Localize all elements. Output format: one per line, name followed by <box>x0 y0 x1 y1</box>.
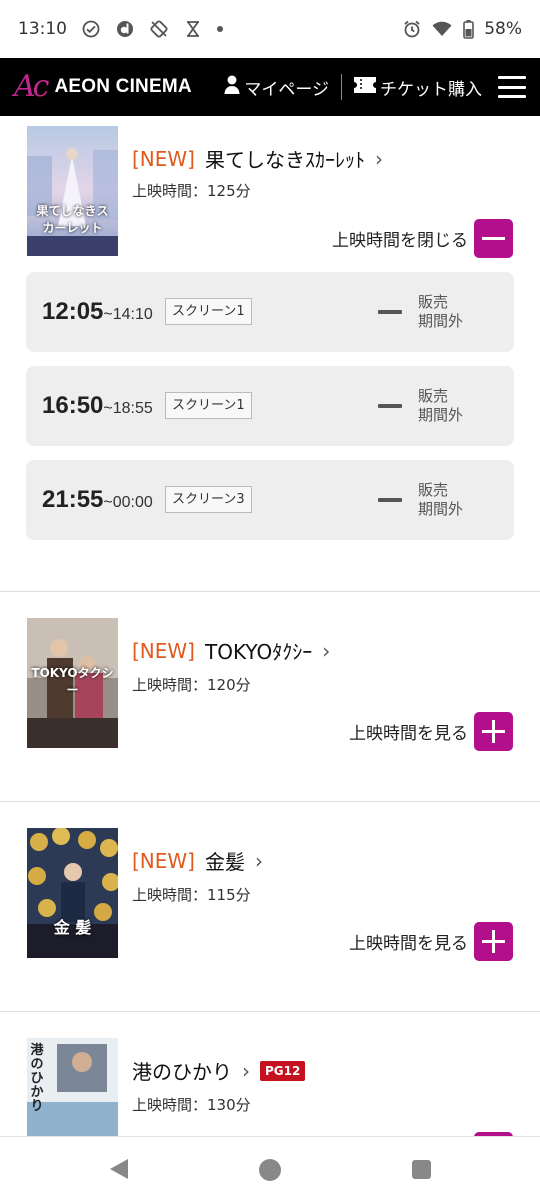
movie-poster[interactable]: 港のひかり <box>27 1038 118 1136</box>
movie-title: 港のひかり <box>132 1060 232 1084</box>
brand-name: AEON CINEMA <box>54 76 192 97</box>
movie-title: TOKYOﾀｸｼｰ <box>204 640 313 664</box>
toggle-label: 上映時間を見る <box>349 934 468 954</box>
movie-duration: 上映時間：130分 <box>132 1096 251 1114</box>
movie-duration: 上映時間：115分 <box>132 886 251 904</box>
movie-title: 金髪 <box>204 850 245 874</box>
battery-icon <box>462 19 474 39</box>
ticket-label: チケット購入 <box>380 79 482 100</box>
showtime-end: ~18:55 <box>103 400 153 417</box>
app-header: Ac AEON CINEMA マイページ チケット購入 <box>0 58 540 116</box>
movie-title-link[interactable]: [NEW] 金髪 › <box>132 846 263 875</box>
ticket-icon <box>354 76 376 98</box>
mypage-link[interactable]: マイページ <box>224 75 329 100</box>
aeon-cinema-logo[interactable]: Ac AEON CINEMA <box>14 72 192 102</box>
recent-apps-icon[interactable] <box>412 1160 431 1179</box>
new-badge: [NEW] <box>132 146 195 171</box>
showtime-row[interactable]: 21:55~00:00 スクリーン3 販売 期間外 <box>26 460 514 540</box>
battery-percent: 58% <box>484 19 522 39</box>
movie-item: TOKYOタクシー [NEW] TOKYOﾀｸｼｰ › 上映時間：120分 上映… <box>0 592 540 802</box>
movie-poster[interactable]: TOKYOタクシー <box>27 618 118 748</box>
showtimes-toggle[interactable]: 上映時間を見る <box>349 922 513 961</box>
showtimes-toggle[interactable]: 上映時間を見る <box>349 712 513 751</box>
movie-title-link[interactable]: [NEW] 果てしなきｽｶｰﾚｯﾄ › <box>132 144 383 173</box>
toggle-label: 上映時間を閉じる <box>332 231 468 251</box>
sale-status-line2: 期間外 <box>418 500 464 518</box>
rating-badge: PG12 <box>260 1060 306 1081</box>
sale-status: 販売 期間外 <box>418 387 478 425</box>
movie-item: 港のひかり 港のひかり › PG12 上映時間：130分 <box>0 1012 540 1136</box>
movie-duration: 上映時間：125分 <box>132 182 251 200</box>
showtime-row[interactable]: 16:50~18:55 スクリーン1 販売 期間外 <box>26 366 514 446</box>
wifi-icon <box>432 19 452 39</box>
showtime-start: 21:55 <box>42 486 104 513</box>
back-icon[interactable] <box>110 1159 128 1179</box>
movie-item: 果てしなきスカーレット [NEW] 果てしなきｽｶｰﾚｯﾄ › 上映時間：125… <box>0 116 540 592</box>
movie-duration: 上映時間：120分 <box>132 676 251 694</box>
screen-badge: スクリーン3 <box>165 486 252 513</box>
dash-icon <box>378 310 402 314</box>
check-circle-icon <box>81 19 101 39</box>
mypage-label: マイページ <box>244 79 329 100</box>
movie-title-link[interactable]: 港のひかり › PG12 <box>132 1056 306 1085</box>
new-badge: [NEW] <box>132 848 195 873</box>
showtime-row[interactable]: 12:05~14:10 スクリーン1 販売 期間外 <box>26 272 514 352</box>
minus-icon[interactable] <box>474 219 513 258</box>
hamburger-menu-icon[interactable] <box>498 76 526 98</box>
sale-status: 販売 期間外 <box>418 481 478 519</box>
ticket-purchase-link[interactable]: チケット購入 <box>354 75 482 100</box>
poster-caption: 果てしなきスカーレット <box>36 204 109 235</box>
showtime-start: 12:05 <box>42 298 104 325</box>
showtime-end: ~00:00 <box>103 494 153 511</box>
poster-caption: 金 髪 <box>53 918 92 937</box>
status-time: 13:10 <box>18 19 67 39</box>
sale-status-line1: 販売 <box>418 481 449 499</box>
movie-poster[interactable]: 果てしなきスカーレット <box>27 126 118 256</box>
movie-title-link[interactable]: [NEW] TOKYOﾀｸｼｰ › <box>132 636 330 665</box>
alarm-icon <box>402 19 422 39</box>
chevron-right-icon: › <box>374 146 383 171</box>
screen-badge: スクリーン1 <box>165 392 252 419</box>
chevron-right-icon: › <box>254 848 263 873</box>
dash-icon <box>378 404 402 408</box>
d-app-icon <box>115 19 135 39</box>
screen-badge: スクリーン1 <box>165 298 252 325</box>
showtime-time: 12:05~14:10 <box>42 298 153 326</box>
movie-item: 金 髪 [NEW] 金髪 › 上映時間：115分 上映時間を見る <box>0 802 540 1012</box>
status-bar: 13:10 58% <box>0 0 540 58</box>
poster-caption: TOKYOタクシー <box>31 666 114 697</box>
sale-status: 販売 期間外 <box>418 293 478 331</box>
showtime-end: ~14:10 <box>103 306 153 323</box>
hourglass-icon <box>183 19 203 39</box>
movie-title: 果てしなきｽｶｰﾚｯﾄ <box>204 148 365 172</box>
toggle-label: 上映時間を見る <box>349 724 468 744</box>
header-divider <box>341 74 342 100</box>
showtime-start: 16:50 <box>42 392 104 419</box>
rotate-off-icon <box>149 19 169 39</box>
plus-icon[interactable] <box>474 712 513 751</box>
movie-poster[interactable]: 金 髪 <box>27 828 118 958</box>
user-icon <box>224 75 240 99</box>
home-icon[interactable] <box>259 1159 281 1181</box>
showtimes-toggle[interactable]: 上映時間を閉じる <box>332 219 513 258</box>
movie-list[interactable]: 果てしなきスカーレット [NEW] 果てしなきｽｶｰﾚｯﾄ › 上映時間：125… <box>0 116 540 1136</box>
new-badge: [NEW] <box>132 638 195 663</box>
plus-icon[interactable] <box>474 922 513 961</box>
sale-status-line2: 期間外 <box>418 312 464 330</box>
showtime-time: 16:50~18:55 <box>42 392 153 420</box>
logo-mark: Ac <box>14 69 50 104</box>
sale-status-line1: 販売 <box>418 387 449 405</box>
showtime-time: 21:55~00:00 <box>42 486 153 514</box>
dot-icon <box>217 26 223 32</box>
sale-status-line2: 期間外 <box>418 406 464 424</box>
chevron-right-icon: › <box>242 1058 250 1083</box>
poster-caption: 港のひかり <box>30 1043 44 1114</box>
sale-status-line1: 販売 <box>418 293 449 311</box>
system-nav-bar <box>0 1136 540 1200</box>
dash-icon <box>378 498 402 502</box>
chevron-right-icon: › <box>322 638 331 663</box>
